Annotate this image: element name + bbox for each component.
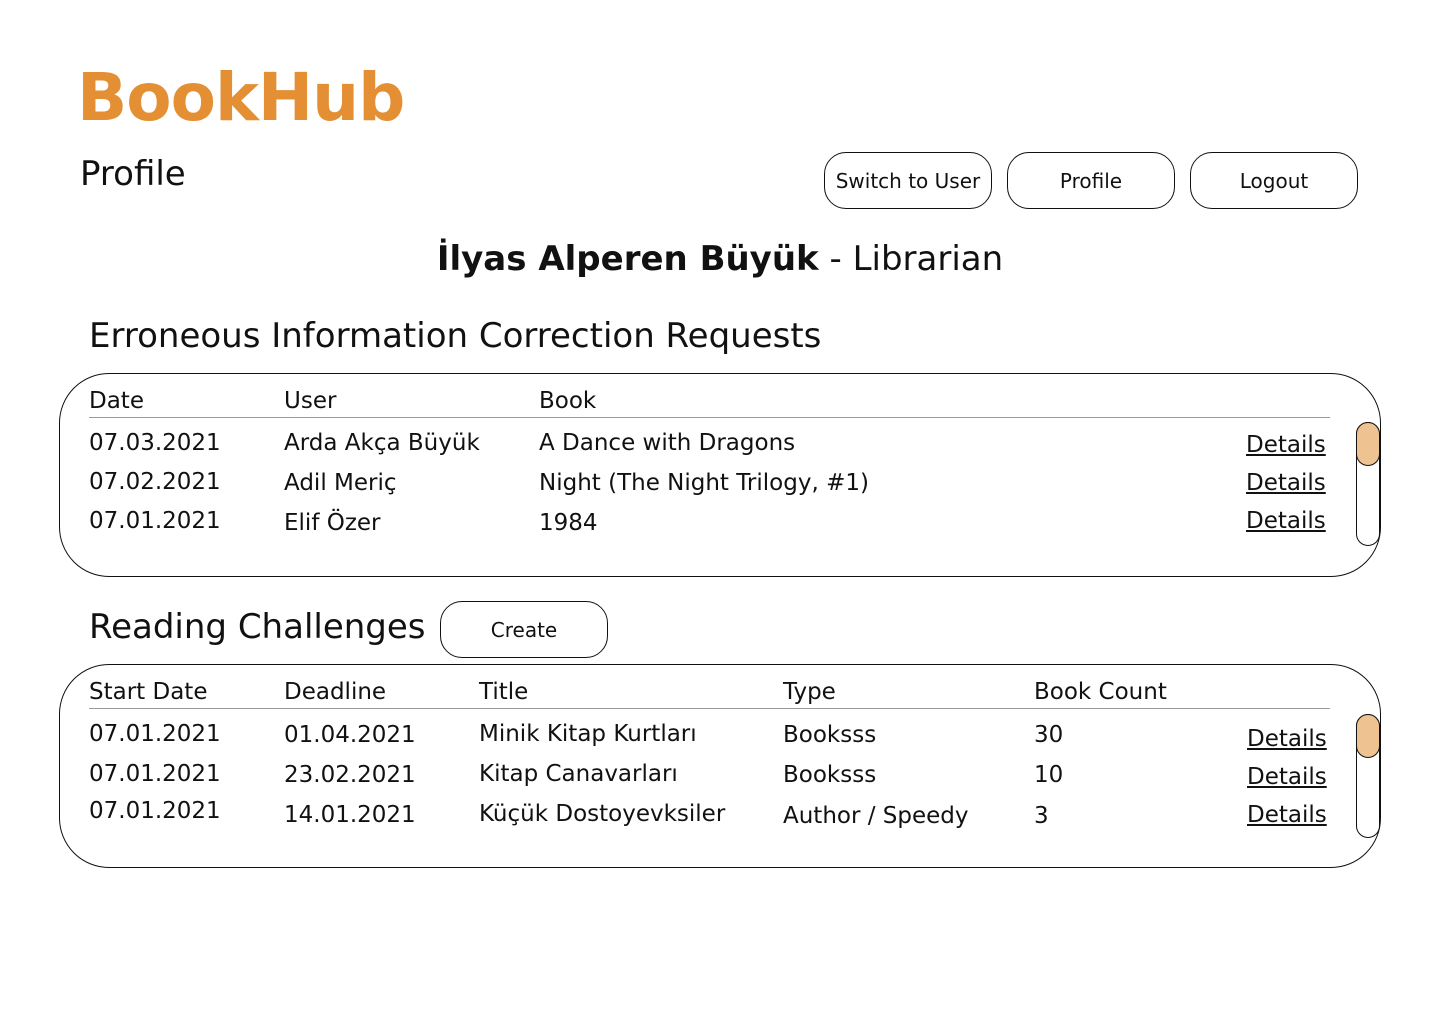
user-role: Librarian xyxy=(852,239,1004,279)
user-heading: İlyas Alperen Büyük - Librarian xyxy=(0,239,1440,280)
table-cell-book: A Dance with Dragons xyxy=(539,430,796,456)
table-cell-deadline: 23.02.2021 xyxy=(284,762,416,788)
table-cell-start-date: 07.01.2021 xyxy=(89,721,221,747)
details-link[interactable]: Details xyxy=(1246,510,1326,533)
table-cell-type: Author / Speedy xyxy=(783,803,969,829)
table-cell-start-date: 07.01.2021 xyxy=(89,761,221,787)
column-header-date: Date xyxy=(89,388,144,414)
table-cell-deadline: 01.04.2021 xyxy=(284,722,416,748)
table-cell-deadline: 14.01.2021 xyxy=(284,802,416,828)
table-cell-user: Adil Meriç xyxy=(284,470,397,496)
table-cell-user: Arda Akça Büyük xyxy=(284,430,480,456)
table-cell-title: Kitap Canavarları xyxy=(479,761,678,787)
column-header-start-date: Start Date xyxy=(89,679,208,705)
table-cell-book-count: 10 xyxy=(1034,762,1064,788)
details-link[interactable]: Details xyxy=(1247,728,1327,751)
correction-requests-table: Date User Book 07.03.2021 Arda Akça Büyü… xyxy=(59,373,1381,577)
details-link[interactable]: Details xyxy=(1246,472,1326,495)
column-header-type: Type xyxy=(783,679,836,705)
scrollbar-thumb[interactable] xyxy=(1356,422,1380,466)
table-cell-book: 1984 xyxy=(539,510,598,536)
table-cell-book-count: 3 xyxy=(1034,803,1049,829)
table-cell-user: Elif Özer xyxy=(284,510,381,536)
table-cell-title: Minik Kitap Kurtları xyxy=(479,721,697,747)
table-cell-title: Küçük Dostoyevksiler xyxy=(479,801,726,827)
details-link[interactable]: Details xyxy=(1246,434,1326,457)
logout-button[interactable]: Logout xyxy=(1190,152,1358,209)
vertical-scrollbar[interactable] xyxy=(1356,422,1380,546)
column-header-deadline: Deadline xyxy=(284,679,387,705)
column-header-book-count: Book Count xyxy=(1034,679,1167,705)
table-cell-book: Night (The Night Trilogy, #1) xyxy=(539,470,869,496)
table-cell-start-date: 07.01.2021 xyxy=(89,798,221,824)
details-link[interactable]: Details xyxy=(1247,766,1327,789)
profile-page: BookHub Profile Switch to User Profile L… xyxy=(0,0,1440,1024)
reading-challenges-title: Reading Challenges xyxy=(89,607,426,647)
bookhub-logo[interactable]: BookHub xyxy=(77,61,405,135)
user-separator: - xyxy=(818,239,853,279)
correction-requests-title: Erroneous Information Correction Request… xyxy=(89,316,822,356)
table-cell-type: Booksss xyxy=(783,722,877,748)
profile-button[interactable]: Profile xyxy=(1007,152,1175,209)
scrollbar-thumb[interactable] xyxy=(1356,714,1380,758)
table-cell-date: 07.02.2021 xyxy=(89,469,221,495)
page-title: Profile xyxy=(80,154,186,194)
table-cell-type: Booksss xyxy=(783,762,877,788)
header-divider xyxy=(89,417,1330,418)
vertical-scrollbar[interactable] xyxy=(1356,714,1380,838)
column-header-book: Book xyxy=(539,388,597,414)
table-cell-book-count: 30 xyxy=(1034,722,1064,748)
column-header-user: User xyxy=(284,388,337,414)
create-challenge-button[interactable]: Create xyxy=(440,601,608,658)
table-cell-date: 07.01.2021 xyxy=(89,508,221,534)
user-name: İlyas Alperen Büyük xyxy=(436,239,819,279)
column-header-title: Title xyxy=(479,679,529,705)
reading-challenges-table: Start Date Deadline Title Type Book Coun… xyxy=(59,664,1381,868)
switch-to-user-button[interactable]: Switch to User xyxy=(824,152,992,209)
table-cell-date: 07.03.2021 xyxy=(89,430,221,456)
header-divider xyxy=(89,708,1330,709)
details-link[interactable]: Details xyxy=(1247,804,1327,827)
